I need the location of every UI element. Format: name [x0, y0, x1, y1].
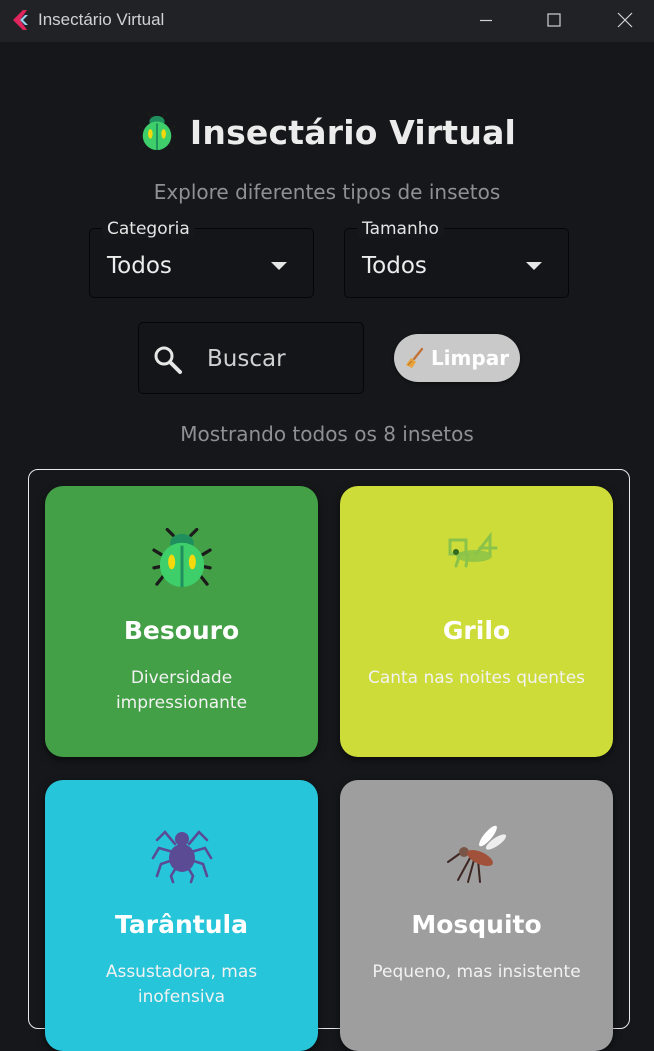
category-select[interactable]: Categoria Todos	[89, 220, 314, 298]
chevron-down-icon	[526, 262, 542, 270]
size-select[interactable]: Tamanho Todos	[344, 220, 569, 298]
search-field[interactable]	[138, 322, 364, 394]
insect-card-description: Assustadora, mas inofensiva	[105, 962, 258, 1007]
insect-card-name: Mosquito	[411, 910, 542, 939]
insect-card-mosquito[interactable]: Mosquito Pequeno, mas insistente	[340, 780, 613, 1051]
minimize-icon	[480, 19, 492, 22]
close-button[interactable]	[602, 0, 648, 40]
insect-card-name: Besouro	[123, 616, 240, 645]
insect-card-description: Diversidade impressionante	[115, 668, 248, 713]
insect-card-besouro[interactable]: Besouro Diversidade impressionante	[45, 486, 318, 757]
insect-card-name: Grilo	[442, 616, 511, 645]
results-count: Mostrando todos os 8 insetos	[180, 422, 474, 446]
clear-button[interactable]: Limpar	[394, 334, 520, 382]
mosquito-icon	[446, 825, 506, 883]
insect-card-description: Canta nas noites quentes	[367, 668, 586, 688]
maximize-button[interactable]	[531, 0, 577, 40]
category-value: Todos	[107, 253, 172, 279]
insect-card-description: Pequeno, mas insistente	[372, 962, 581, 982]
category-label: Categoria	[102, 220, 195, 238]
insect-card-name: Tarântula	[115, 910, 248, 939]
spider-icon	[151, 830, 212, 884]
search-input[interactable]	[205, 343, 349, 375]
broom-icon	[405, 347, 424, 368]
window-title: Insectário Virtual	[38, 10, 165, 29]
size-value: Todos	[362, 253, 427, 279]
insect-card-tarantula[interactable]: Tarântula Assustadora, mas inofensiva	[45, 780, 318, 1051]
page-title: Insectário Virtual	[189, 112, 517, 152]
close-icon	[617, 12, 633, 28]
window-titlebar: Insectário Virtual	[0, 0, 654, 42]
insect-card-grilo[interactable]: Grilo Canta nas noites quentes	[340, 486, 613, 757]
chevron-down-icon	[271, 262, 287, 270]
minimize-button[interactable]	[463, 0, 509, 40]
size-label: Tamanho	[357, 220, 444, 238]
search-icon	[154, 346, 182, 374]
page-subtitle: Explore diferentes tipos de insetos	[153, 180, 501, 204]
beetle-icon	[151, 528, 212, 588]
flutter-app-icon	[13, 10, 28, 30]
cricket-icon	[448, 531, 497, 568]
page-header: Insectário Virtual	[0, 108, 654, 156]
beetle-icon	[137, 112, 176, 151]
clear-button-label: Limpar	[430, 346, 510, 370]
maximize-icon	[547, 13, 561, 27]
